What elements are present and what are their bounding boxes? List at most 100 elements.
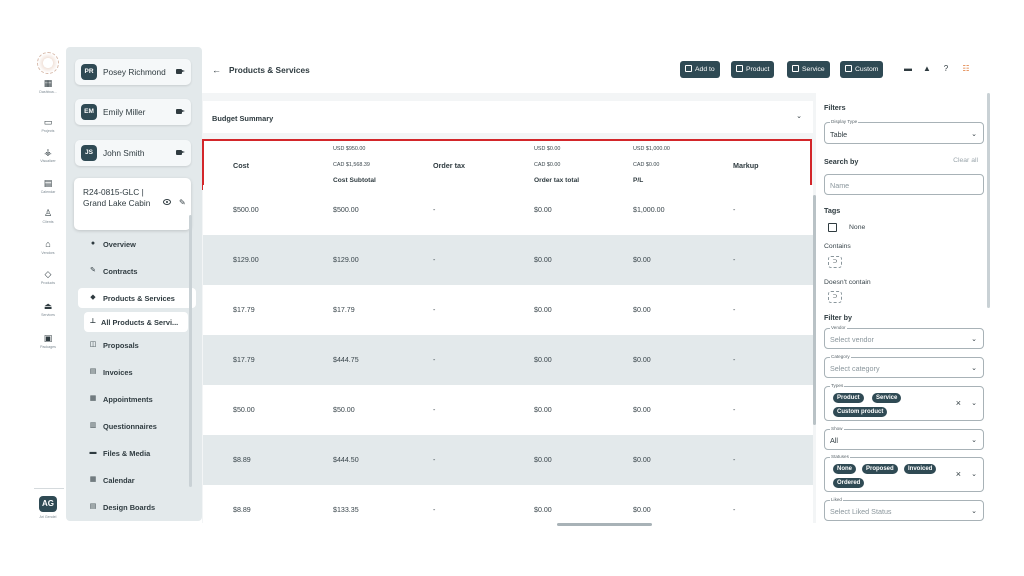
cost-subtotal-cell: $444.75	[333, 356, 359, 364]
liked-status-select[interactable]: Liked Select Liked Status ⌄	[824, 497, 984, 521]
table-row[interactable]: $17.79 $17.79 - $0.00 $0.00 -	[203, 285, 813, 335]
tags-label: Tags	[824, 206, 841, 215]
table-row[interactable]: $17.79 $444.75 - $0.00 $0.00 -	[203, 335, 813, 385]
bell-icon[interactable]: ▲	[922, 64, 932, 74]
markup-cell: -	[733, 256, 736, 264]
table-row[interactable]: $129.00 $129.00 - $0.00 $0.00 -	[203, 235, 813, 285]
chevron-down-icon[interactable]: ⌄	[796, 112, 802, 120]
rail-products[interactable]: ◇ Products	[33, 269, 63, 285]
service-icon	[792, 65, 799, 72]
video-icon[interactable]	[176, 109, 185, 114]
nav-contracts[interactable]: ✎ Contracts	[78, 261, 196, 281]
table-row[interactable]: $500.00 $500.00 - $0.00 $1,000.00 -	[203, 185, 813, 235]
product-button[interactable]: Product	[731, 61, 775, 78]
client-card-emily[interactable]: EM Emily Miller	[75, 99, 191, 125]
rail-visualizer[interactable]: ⚶ Visualizer	[33, 147, 63, 163]
nav-all-products-services[interactable]: ⊥ All Products & Servi...	[84, 312, 188, 332]
clear-icon[interactable]: ×	[956, 469, 961, 479]
field-legend: Liked	[830, 497, 843, 502]
rail-clients[interactable]: ♙ Clients	[33, 208, 63, 224]
status-chip[interactable]: Proposed	[862, 464, 898, 474]
name-search-input[interactable]: Name	[824, 174, 984, 195]
type-chip[interactable]: Custom product	[833, 407, 888, 417]
rail-calendar[interactable]: ▤ Calendar	[33, 178, 63, 194]
nav-calendar[interactable]: ▦ Calendar	[78, 470, 196, 490]
invoice-icon: ▤	[89, 368, 97, 375]
nav-files-media[interactable]: ▬ Files & Media	[78, 443, 196, 463]
field-legend: Statuses	[830, 454, 850, 459]
rail-services[interactable]: ⏏ Services	[33, 301, 63, 317]
video-icon[interactable]	[176, 150, 185, 155]
category-select[interactable]: Category Select category ⌄	[824, 354, 984, 378]
chat-icon[interactable]: ▬	[903, 64, 913, 74]
order-tax-total-cell: $0.00	[534, 506, 552, 514]
rail-vendors[interactable]: ⌂ Vendors	[33, 239, 63, 255]
client-card-john[interactable]: JS John Smith	[75, 140, 191, 166]
nav-questionnaires[interactable]: ▥ Questionnaires	[78, 416, 196, 436]
table-row[interactable]: $8.89 $444.50 - $0.00 $0.00 -	[203, 435, 813, 485]
types-select[interactable]: Types Product Service Custom product × ⌄	[824, 383, 984, 421]
rail-projects[interactable]: ▭ Projects	[33, 117, 63, 133]
budget-summary-title: Budget Summary	[212, 114, 274, 123]
nav-invoices[interactable]: ▤ Invoices	[78, 362, 196, 382]
settings-sliders-icon[interactable]: ☷	[961, 64, 971, 74]
rail-packages[interactable]: ▣ Packages	[33, 333, 63, 349]
table-row[interactable]: $8.89 $133.35 - $0.00 $0.00 -	[203, 485, 813, 523]
add-to-button[interactable]: Add to	[680, 61, 720, 78]
video-icon[interactable]	[176, 69, 185, 74]
nav-label: Design Boards	[103, 503, 156, 512]
type-chip[interactable]: Service	[872, 393, 902, 403]
eye-icon[interactable]	[163, 199, 171, 205]
project-panel: PR Posey Richmond EM Emily Miller JS Joh…	[66, 47, 202, 521]
nav-label: Calendar	[103, 476, 135, 485]
nav-proposals[interactable]: ◫ Proposals	[78, 335, 196, 355]
nav-design-boards[interactable]: ▤ Design Boards	[78, 497, 196, 517]
nav-products-services[interactable]: ◆ Products & Services	[78, 288, 196, 308]
custom-button[interactable]: Custom	[840, 61, 884, 78]
panel-scrollbar[interactable]	[189, 215, 192, 487]
pl-cell: $0.00	[633, 406, 651, 414]
doesnt-contain-tag-button[interactable]: ⊃	[828, 291, 842, 303]
project-card: R24-0815-GLC | Grand Lake Cabin ✎	[74, 178, 191, 230]
chevron-down-icon: ⌄	[971, 131, 977, 138]
field-value: All	[830, 436, 838, 445]
service-button[interactable]: Service	[787, 61, 830, 78]
table-vertical-scrollbar[interactable]	[813, 195, 816, 425]
type-chip[interactable]: Product	[833, 393, 864, 403]
vendor-select[interactable]: Vendor Select vendor ⌄	[824, 325, 984, 349]
contract-icon: ✎	[90, 267, 96, 274]
cost-subtotal-cell: $133.35	[333, 506, 359, 514]
nav-overview[interactable]: ● Overview	[78, 234, 196, 254]
back-arrow-icon[interactable]: ←	[212, 65, 221, 75]
clear-icon[interactable]: ×	[956, 398, 961, 408]
status-chip[interactable]: Invoiced	[904, 464, 937, 474]
edit-icon[interactable]: ✎	[179, 198, 186, 207]
show-select[interactable]: Show All ⌄	[824, 426, 984, 450]
cost-cell: $129.00	[233, 256, 259, 264]
contains-tag-button[interactable]: ⊃	[828, 256, 842, 268]
nav-appointments[interactable]: ▦ Appointments	[78, 389, 196, 409]
clear-all-link[interactable]: Clear all	[953, 157, 978, 164]
display-type-select[interactable]: Display Type Table ⌄	[824, 119, 984, 144]
table-horizontal-scrollbar[interactable]	[557, 523, 652, 526]
user-avatar[interactable]: AG	[39, 496, 57, 512]
statuses-select[interactable]: Statuses None Proposed Invoiced Ordered …	[824, 454, 984, 492]
client-card-posey[interactable]: PR Posey Richmond	[75, 59, 191, 85]
budget-summary-header[interactable]: Budget Summary ⌄	[203, 101, 813, 133]
none-tag-checkbox[interactable]	[828, 223, 837, 232]
table-row[interactable]: $50.00 $50.00 - $0.00 $0.00 -	[203, 385, 813, 435]
brand-logo[interactable]	[37, 52, 59, 74]
help-icon[interactable]: ?	[941, 64, 951, 74]
store-icon: ⌂	[45, 239, 51, 249]
user-name: Ari Gendel	[39, 515, 57, 519]
page-title: Products & Services	[229, 65, 310, 75]
rail-dashboard[interactable]: ▦ Dashboa...	[33, 78, 63, 94]
cost-subtotal-cell: $500.00	[333, 206, 359, 214]
status-chip[interactable]: Ordered	[833, 478, 865, 488]
order-tax-total-cell: $0.00	[534, 206, 552, 214]
tax-usd-total: USD $0.00	[534, 146, 561, 152]
status-chip[interactable]: None	[833, 464, 856, 474]
nav-label: Questionnaires	[103, 422, 157, 431]
nav-label: Products & Services	[103, 294, 175, 303]
filters-scrollbar[interactable]	[987, 93, 990, 308]
